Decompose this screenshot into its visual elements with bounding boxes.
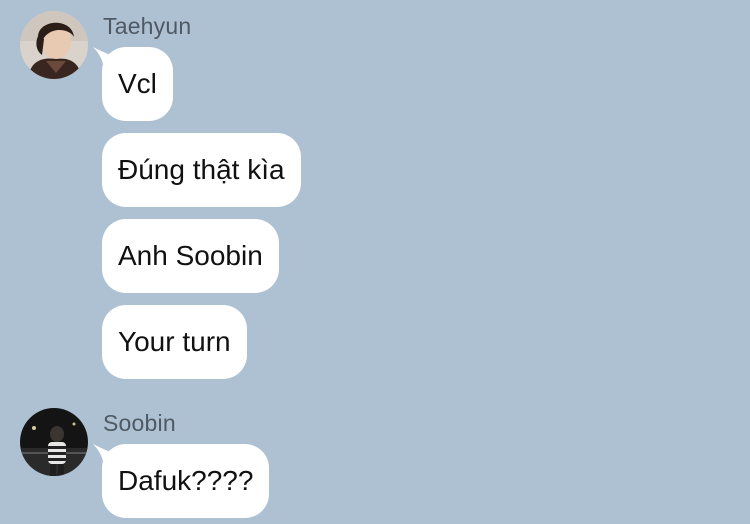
message-text: Your turn — [118, 326, 231, 357]
message-bubble[interactable]: Dafuk???? — [102, 444, 270, 518]
message-bubble[interactable]: Anh Soobin — [102, 219, 279, 293]
soobin-avatar[interactable] — [20, 408, 88, 476]
message-text: Vcl — [118, 68, 157, 99]
avatar-photo-icon — [20, 11, 88, 79]
sender-name-soobin: Soobin — [103, 410, 176, 436]
message-bubble[interactable]: Vcl — [102, 47, 173, 121]
avatar-photo-icon — [20, 408, 88, 476]
message-bubble[interactable]: Đúng thật kìa — [102, 133, 301, 207]
message-text: Đúng thật kìa — [118, 154, 285, 185]
message-text: Anh Soobin — [118, 240, 263, 271]
message-bubble[interactable]: Your turn — [102, 305, 247, 379]
chat-thread: Taehyun Vcl Đúng thật kìa Anh Soobin You… — [0, 0, 750, 524]
taehyun-avatar[interactable] — [20, 11, 88, 79]
message-text: Dafuk???? — [118, 465, 254, 496]
sender-name-taehyun: Taehyun — [103, 13, 192, 39]
